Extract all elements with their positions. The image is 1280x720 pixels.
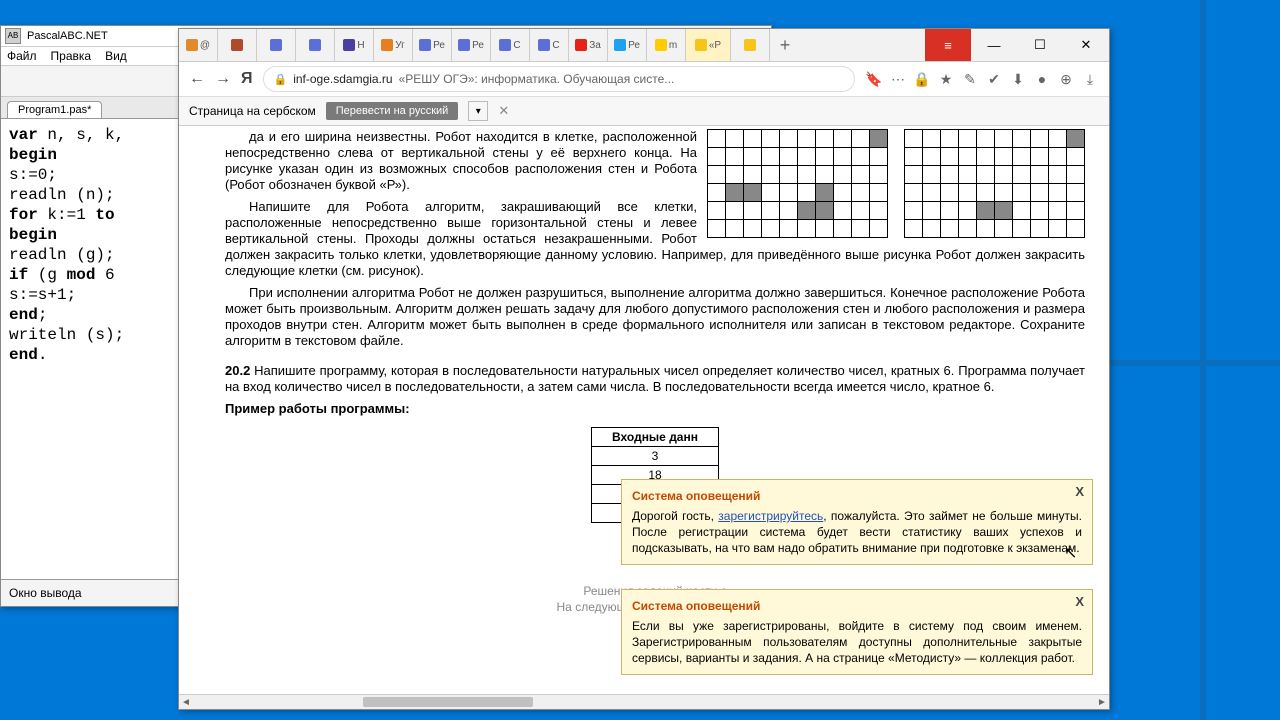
notification-login: X Система оповещений Если вы уже зарегис… [621, 589, 1093, 675]
notification-title: Система оповещений [632, 598, 1082, 614]
scroll-right-arrow[interactable]: ► [1095, 697, 1109, 708]
browser-tab[interactable] [731, 29, 770, 61]
menu-view[interactable]: Вид [105, 49, 127, 63]
browser-close-button[interactable]: ✕ [1063, 29, 1109, 61]
toolbar-icon[interactable]: ● [1033, 70, 1051, 88]
pascal-title: PascalABC.NET [27, 30, 108, 42]
browser-tab[interactable]: С [530, 29, 569, 61]
browser-maximize-button[interactable]: ☐ [1017, 29, 1063, 61]
browser-addressbar: ← → Я 🔒 inf-oge.sdamgia.ru «РЕШУ ОГЭ»: и… [179, 62, 1109, 97]
menu-edit[interactable]: Правка [51, 49, 92, 63]
scroll-thumb[interactable] [363, 697, 533, 707]
task-20-2: 20.2 Напишите программу, которая в после… [225, 363, 1085, 395]
forward-button[interactable]: → [215, 70, 231, 88]
task-paragraph-3: При исполнении алгоритма Робот не должен… [225, 285, 1085, 349]
browser-tab[interactable]: За [569, 29, 608, 61]
horizontal-scrollbar[interactable]: ◄ ► [179, 694, 1109, 709]
toolbar-icon[interactable]: ⤓ [1081, 70, 1099, 88]
browser-tab[interactable] [257, 29, 296, 61]
url-page-title: «РЕШУ ОГЭ»: информатика. Обучающая систе… [399, 72, 675, 86]
register-link[interactable]: зарегистрируйтесь [718, 509, 823, 523]
toolbar-icon[interactable]: ★ [937, 70, 955, 88]
example-table-header: Входные данн [592, 428, 719, 447]
browser-tab[interactable]: Н [335, 29, 374, 61]
browser-tab[interactable]: Ре [413, 29, 452, 61]
pascal-active-tab[interactable]: Program1.pas* [7, 101, 102, 118]
browser-tab[interactable]: С [491, 29, 530, 61]
task-grid-images [707, 129, 1085, 238]
notification-close[interactable]: X [1075, 594, 1084, 610]
toolbar-icon[interactable]: ✔ [985, 70, 1003, 88]
lock-icon: 🔒 [274, 73, 288, 86]
browser-tab[interactable] [296, 29, 335, 61]
browser-tab[interactable]: «Р [686, 29, 731, 61]
toolbar-icon[interactable]: ✎ [961, 70, 979, 88]
pascal-app-icon: AB [5, 28, 21, 44]
toolbar-icon[interactable]: ⊕ [1057, 70, 1075, 88]
browser-menu-button[interactable]: ≡ [925, 29, 971, 61]
url-domain: inf-oge.sdamgia.ru [293, 72, 392, 86]
notification-close[interactable]: X [1075, 484, 1084, 500]
new-tab-button[interactable]: + [770, 29, 800, 61]
browser-tab[interactable]: Уг [374, 29, 413, 61]
yandex-button[interactable]: Я [241, 70, 253, 88]
scroll-left-arrow[interactable]: ◄ [179, 697, 193, 708]
translate-close[interactable]: ✕ [498, 103, 509, 119]
browser-tab[interactable]: @ [179, 29, 218, 61]
browser-tabstrip: @НУгРеРеССЗаРеm«Р+≡—☐✕ [179, 29, 1109, 62]
browser-tab[interactable] [218, 29, 257, 61]
browser-tab[interactable]: Ре [608, 29, 647, 61]
toolbar-icon[interactable]: ⬇ [1009, 70, 1027, 88]
toolbar-icon[interactable]: 🔖 [865, 70, 883, 88]
addressbar-tools: 🔖 ⋯ 🔒 ★ ✎ ✔ ⬇ ● ⊕ ⤓ [865, 70, 1099, 88]
notification-title: Система оповещений [632, 488, 1082, 504]
back-button[interactable]: ← [189, 70, 205, 88]
toolbar-icon[interactable]: ⋯ [889, 70, 907, 88]
menu-file[interactable]: Файл [7, 49, 37, 63]
translate-button[interactable]: Перевести на русский [326, 102, 459, 120]
browser-tab[interactable]: m [647, 29, 686, 61]
translate-bar: Страница на сербском Перевести на русски… [179, 97, 1109, 126]
toolbar-icon[interactable]: 🔒 [913, 70, 931, 88]
browser-window: @НУгРеРеССЗаРеm«Р+≡—☐✕ ← → Я 🔒 inf-oge.s… [178, 28, 1110, 710]
translate-source-lang: Страница на сербском [189, 104, 316, 118]
browser-minimize-button[interactable]: — [971, 29, 1017, 61]
translate-dropdown[interactable]: ▾ [468, 101, 488, 121]
example-label: Пример работы программы: [225, 401, 1085, 417]
notification-register: X Система оповещений Дорогой гость, заре… [621, 479, 1093, 565]
url-field[interactable]: 🔒 inf-oge.sdamgia.ru «РЕШУ ОГЭ»: информа… [263, 66, 856, 92]
browser-tab[interactable]: Ре [452, 29, 491, 61]
